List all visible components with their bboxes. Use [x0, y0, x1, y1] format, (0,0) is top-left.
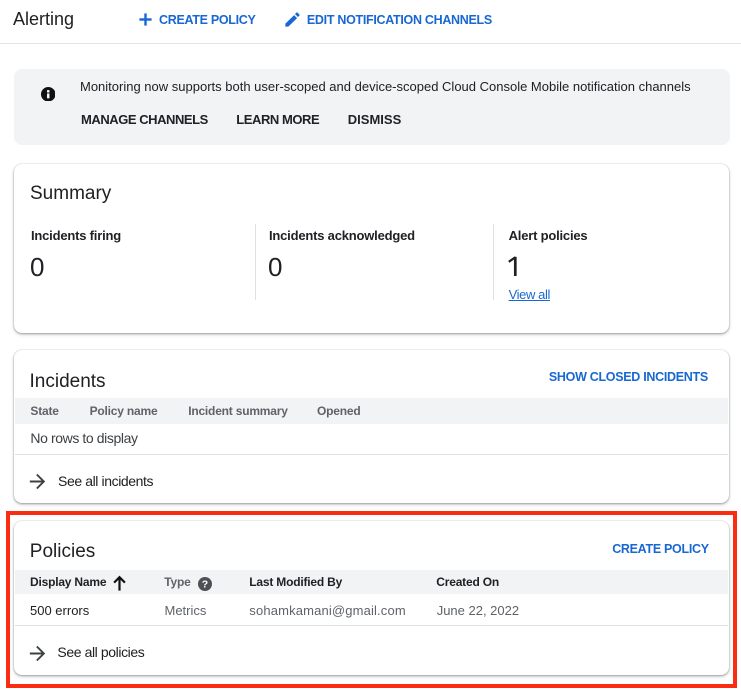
svg-text:?: ?	[201, 578, 207, 590]
